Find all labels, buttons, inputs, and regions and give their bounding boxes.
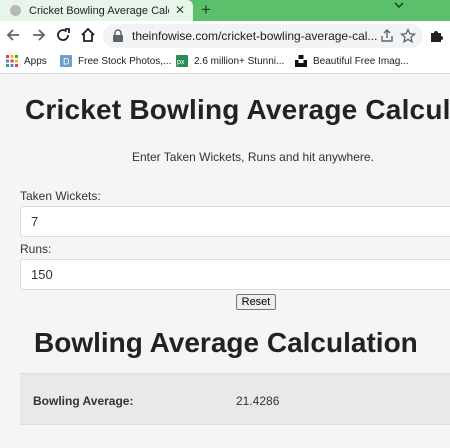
lock-icon[interactable] [112, 29, 124, 43]
apps-grid-icon [6, 55, 18, 67]
tab-search-icon[interactable] [394, 2, 404, 8]
reload-icon[interactable] [53, 25, 73, 45]
stock-photos-icon: D [60, 55, 72, 67]
bookmark-label: 2.6 million+ Stunni... [194, 55, 285, 67]
extensions-puzzle-icon[interactable] [428, 28, 444, 44]
bookmarks-bar: Apps D Free Stock Photos,... px 2.6 mill… [0, 51, 450, 74]
result-value: 21.4286 [236, 394, 280, 408]
site-favicon-icon [10, 5, 21, 16]
svg-text:D: D [63, 57, 70, 67]
result-row: Bowling Average: 21.4286 [20, 373, 450, 425]
bookmark-star-icon[interactable] [400, 28, 416, 44]
browser-toolbar: theinfowise.com/cricket-bowling-average-… [0, 21, 450, 51]
reset-button[interactable]: Reset [236, 294, 276, 310]
runs-input[interactable]: 150 [20, 259, 450, 290]
result-heading: Bowling Average Calculation [34, 327, 418, 358]
unsplash-icon [295, 55, 307, 67]
bookmark-apps[interactable]: Apps [6, 55, 47, 67]
url-text[interactable]: theinfowise.com/cricket-bowling-average-… [132, 29, 377, 43]
address-bar[interactable]: theinfowise.com/cricket-bowling-average-… [103, 24, 423, 48]
forward-icon[interactable] [28, 25, 48, 45]
browser-tab[interactable]: Cricket Bowling Average Calculat ✕ [0, 0, 193, 21]
home-icon[interactable] [78, 25, 98, 45]
share-icon[interactable] [379, 28, 395, 44]
tab-strip: Cricket Bowling Average Calculat ✕ + [0, 0, 450, 21]
wickets-label: Taken Wickets: [20, 189, 101, 203]
bookmark-label: Beautiful Free Imag... [313, 55, 409, 67]
result-label: Bowling Average: [33, 394, 134, 408]
svg-text:px: px [177, 59, 185, 66]
back-icon[interactable] [4, 25, 24, 45]
instructions-text: Enter Taken Wickets, Runs and hit anywhe… [132, 150, 374, 164]
runs-label: Runs: [20, 242, 52, 256]
page-title: Cricket Bowling Average Calculator [25, 94, 450, 125]
bookmark-label: Apps [24, 55, 47, 67]
page-content: Cricket Bowling Average Calculator Enter… [0, 74, 450, 448]
tab-close-icon[interactable]: ✕ [175, 3, 185, 17]
bookmark-pexels[interactable]: px 2.6 million+ Stunni... [176, 55, 284, 67]
tab-title: Cricket Bowling Average Calculat [29, 4, 169, 17]
bookmark-unsplash[interactable]: Beautiful Free Imag... [295, 55, 409, 67]
bookmark-stock-photos[interactable]: D Free Stock Photos,... [60, 55, 171, 67]
px-icon: px [176, 55, 188, 67]
wickets-input[interactable]: 7 [20, 206, 450, 237]
new-tab-button[interactable]: + [201, 0, 211, 20]
bookmark-label: Free Stock Photos,... [78, 55, 172, 67]
